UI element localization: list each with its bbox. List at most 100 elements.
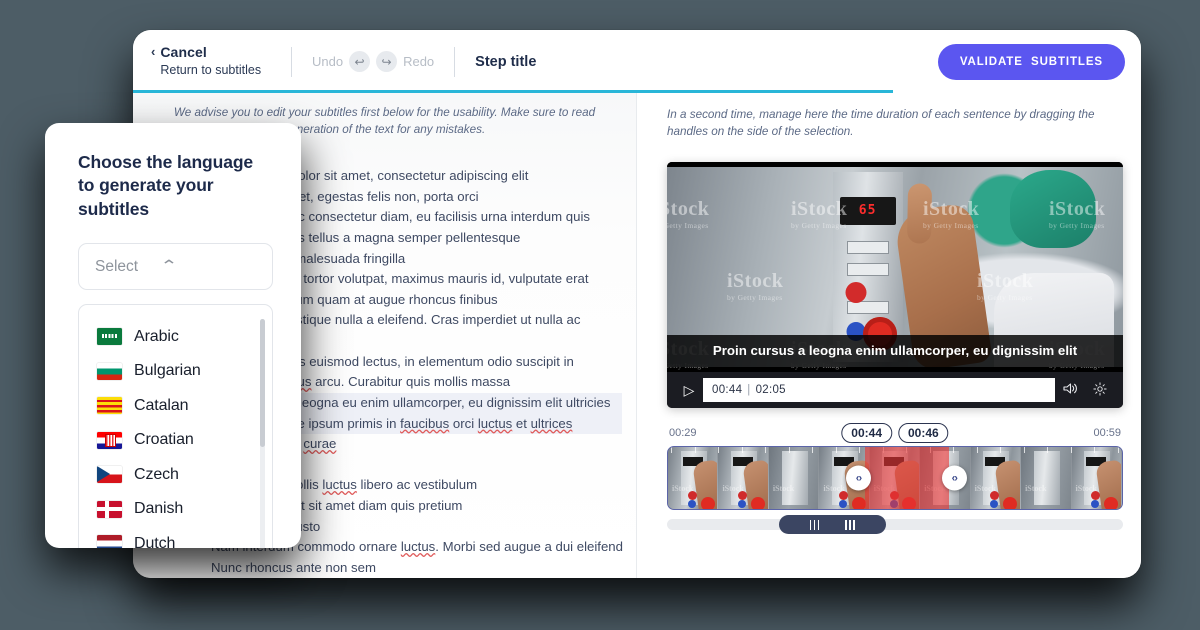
- grip-icon: [809, 519, 820, 530]
- time-separator: |: [747, 384, 751, 397]
- timeline-tick: [1117, 447, 1119, 454]
- timeline-tick: [788, 447, 790, 454]
- timeline-scrollbar[interactable]: [667, 515, 1123, 535]
- letterbox-top: [667, 162, 1123, 168]
- timeline-tick: [859, 447, 861, 454]
- panel-switch-3: [846, 301, 889, 315]
- cancel-button[interactable]: ‹ Cancel Return to subtitles: [151, 44, 271, 78]
- language-option-label: Dutch: [134, 534, 176, 548]
- undo-icon[interactable]: ↩: [349, 51, 371, 72]
- timeline-tick: [694, 447, 696, 454]
- grip-icon: [845, 519, 855, 530]
- toolbar-divider-1: [291, 46, 292, 77]
- timeline-ruler-labels: 00:29 00:44 00:46 00:59: [667, 422, 1123, 446]
- selection-handle-right[interactable]: ‹›: [941, 465, 967, 491]
- selection-handle-left[interactable]: ‹›: [845, 465, 871, 491]
- timeline-start-time: 00:29: [669, 426, 697, 439]
- timeline-tick: [671, 447, 672, 454]
- cancel-label: Cancel: [160, 44, 207, 61]
- timeline-tick: [1000, 447, 1002, 454]
- caption-text: Proin cursus a leogna enim ullamcorper, …: [712, 343, 1078, 359]
- panel-red-button: [845, 282, 867, 304]
- timeline-tick: [812, 447, 814, 454]
- player-controls: ▷ 00:44 | 02:05: [667, 372, 1123, 409]
- chevron-up-icon: ⌃: [159, 258, 178, 276]
- toolbar: ‹ Cancel Return to subtitles Undo ↩ ↪ Re…: [133, 30, 1141, 93]
- current-time: 00:44: [712, 384, 743, 397]
- selection-start-chip[interactable]: 00:44: [841, 422, 892, 443]
- filmstrip-frame: iStock: [970, 447, 1022, 510]
- chevron-left-icon: ‹: [151, 44, 156, 60]
- language-option-label: Arabic: [134, 327, 179, 345]
- undo-label: Undo: [312, 54, 344, 69]
- flag-icon-danish: [97, 500, 122, 518]
- time-field[interactable]: 00:44 | 02:05: [703, 378, 1055, 403]
- filmstrip-frame: iStock: [1071, 447, 1122, 510]
- control-panel: 65: [832, 172, 903, 363]
- language-option-arabic[interactable]: Arabic: [79, 319, 272, 354]
- language-option-dutch[interactable]: Dutch: [79, 526, 272, 548]
- timeline-tick: [1094, 447, 1096, 454]
- cancel-subtitle: Return to subtitles: [160, 62, 262, 77]
- operator-finger: [907, 182, 933, 244]
- filmstrip-frame: iStock: [668, 447, 719, 510]
- gear-icon[interactable]: [1085, 382, 1115, 399]
- worker-cap: [1009, 170, 1096, 249]
- timeline-tick: [835, 447, 837, 454]
- timeline-tick: [718, 447, 720, 454]
- language-option-label: Catalan: [134, 396, 189, 414]
- step-title: Step title: [475, 53, 537, 70]
- language-items-container: Arabic Bulgarian Catalan Croatian Czech Danis…: [79, 319, 272, 548]
- language-select[interactable]: Select ⌃: [78, 243, 273, 291]
- subtitle-line[interactable]: Nunc rhoncus ante non sem: [207, 558, 622, 578]
- selection-end-chip[interactable]: 00:46: [898, 422, 949, 443]
- language-option-bulgarian[interactable]: Bulgarian: [79, 354, 272, 389]
- letterbox-bottom: [667, 367, 1123, 373]
- selection-region[interactable]: [865, 447, 950, 510]
- panel-display: 65: [839, 196, 896, 225]
- timeline-tick: [953, 447, 955, 454]
- language-option-label: Croatian: [134, 431, 194, 449]
- language-option-label: Bulgarian: [134, 362, 201, 380]
- language-option-label: Czech: [134, 465, 179, 483]
- filmstrip-frame: iStock: [768, 447, 820, 510]
- language-option-croatian[interactable]: Croatian: [79, 423, 272, 458]
- total-time: 02:05: [755, 384, 786, 397]
- play-icon[interactable]: ▷: [675, 382, 703, 399]
- toolbar-divider-2: [454, 46, 456, 77]
- redo-icon[interactable]: ↪: [376, 51, 398, 72]
- flag-icon-catalan: [97, 397, 122, 415]
- timeline-tick: [741, 447, 743, 454]
- timeline: 00:29 00:44 00:46 00:59 iStock iStock iSto…: [667, 422, 1123, 535]
- flag-icon-croatian: [97, 431, 122, 449]
- timeline-tick: [1047, 447, 1049, 454]
- flag-icon-bulgarian: [97, 362, 122, 380]
- selection-time-chips: 00:44 00:46: [841, 422, 949, 443]
- timeline-end-time: 00:59: [1093, 426, 1121, 439]
- video-player[interactable]: 65 tock etty Images iStock by Getty Imag…: [667, 162, 1123, 409]
- timeline-filmstrip[interactable]: iStock iStock iStock iStock iStock iStock iSto…: [667, 446, 1123, 511]
- video-timeline-pane: In a second time, manage here the time d…: [637, 93, 1141, 578]
- volume-icon[interactable]: [1055, 382, 1085, 398]
- timeline-scroll-thumb[interactable]: [778, 515, 886, 535]
- flag-icon-dutch: [97, 535, 122, 548]
- language-option-catalan[interactable]: Catalan: [79, 388, 272, 423]
- language-option-danish[interactable]: Danish: [79, 492, 272, 527]
- filmstrip-frame: iStock: [718, 447, 769, 510]
- language-modal-title: Choose the language to generate your sub…: [78, 152, 254, 219]
- language-option-label: Danish: [134, 500, 184, 518]
- language-option-list[interactable]: Arabic Bulgarian Catalan Croatian Czech Danis…: [78, 304, 273, 548]
- language-list-scroll-thumb[interactable]: [260, 319, 265, 448]
- video-frame: 65 tock etty Images iStock by Getty Imag…: [667, 162, 1123, 373]
- undo-redo-group: Undo ↩ ↪ Redo: [312, 51, 434, 72]
- redo-label: Redo: [403, 54, 435, 69]
- panel-switch-2: [846, 263, 889, 277]
- timeline-tick: [765, 447, 767, 454]
- language-list-scrollbar[interactable]: [260, 319, 265, 548]
- timeline-tick: [1070, 447, 1072, 454]
- panel-switch-1: [846, 240, 889, 254]
- timeline-tick: [976, 447, 978, 454]
- language-option-czech[interactable]: Czech: [79, 457, 272, 492]
- flag-icon-czech: [97, 466, 122, 484]
- validate-subtitles-button[interactable]: VALIDATE SUBTITLES: [937, 43, 1125, 80]
